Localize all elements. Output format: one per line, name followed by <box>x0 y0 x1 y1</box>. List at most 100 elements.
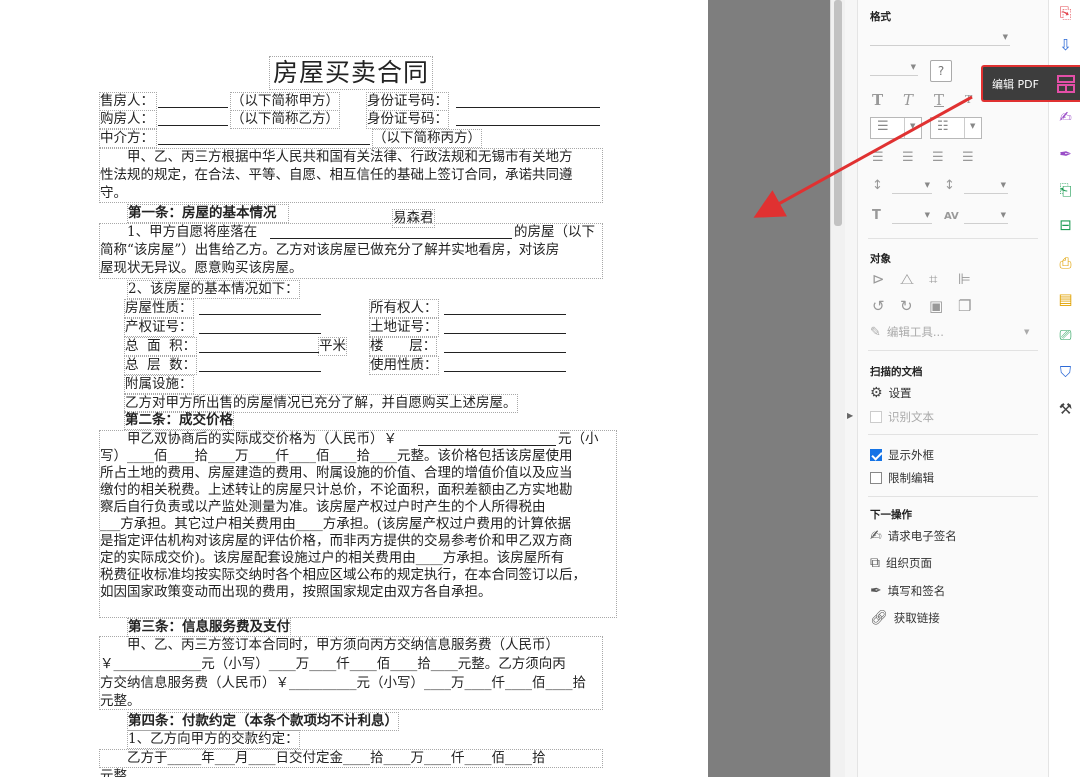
paragraph-spacing-icon[interactable]: ↕ <box>944 178 955 194</box>
font-family-dropdown[interactable]: ▼ <box>870 32 1010 46</box>
restrict-edit-checkbox[interactable] <box>870 472 882 484</box>
align-right-icon[interactable]: ☰ <box>932 150 944 166</box>
prop-floors-label[interactable]: 总 层 数： <box>123 356 198 375</box>
export-pdf-icon[interactable]: ⇩ <box>1056 36 1075 55</box>
prop-floor-blank[interactable] <box>444 338 566 353</box>
prop-attach-label[interactable]: 附属设施： <box>124 375 194 394</box>
prop-usage-blank[interactable] <box>444 357 566 372</box>
seller-blank[interactable] <box>158 93 228 108</box>
numbered-list-button[interactable]: ☷ ▼ <box>930 117 982 139</box>
buyer-id-blank[interactable] <box>456 111 600 126</box>
article-1-paragraph-1[interactable]: 1、甲方自愿将座落在 的房屋（以下 简称“该房屋”）出售给乙方。乙方对该房屋已做… <box>99 223 603 279</box>
seller-id-label[interactable]: 身份证号码： <box>366 92 449 111</box>
arrange-icon[interactable]: ⊫ <box>958 271 971 287</box>
article-1-title[interactable]: 第一条：房屋的基本情况 <box>127 204 289 223</box>
help-icon[interactable]: ? <box>930 60 952 82</box>
recognize-text-row[interactable]: 识别文本 <box>870 409 934 425</box>
article-3-title[interactable]: 第三条：信息服务费及支付 <box>127 618 291 637</box>
prop-floor-label[interactable]: 楼 层： <box>368 337 438 356</box>
align-center-icon[interactable]: ☰ <box>902 150 914 166</box>
article-2-title[interactable]: 第二条：成交价格 <box>124 411 234 430</box>
agent-short[interactable]: （以下简称丙方） <box>372 129 482 148</box>
buyer-short[interactable]: （以下简称乙方） <box>230 110 340 129</box>
flip-icon[interactable]: ⊳ <box>872 271 885 287</box>
bullet-list-button[interactable]: ☰ ▼ <box>870 117 922 139</box>
collapse-arrow-icon[interactable]: ▶ <box>847 411 853 420</box>
underline-icon[interactable]: T <box>934 92 944 108</box>
article-1-paragraph-3[interactable]: 乙方对甲方所出售的房屋情况已充分了解，并自愿购买上述房屋。 <box>124 394 518 413</box>
scale-dropdown[interactable]: ▼ <box>892 210 932 224</box>
line-spacing-icon[interactable]: ↕ <box>872 178 883 194</box>
mirror-icon[interactable]: ⧍ <box>900 271 914 287</box>
buyer-blank[interactable] <box>158 111 228 126</box>
article-4-item-1[interactable]: 1、乙方向甲方的交款约定： <box>127 730 300 749</box>
prop-usage-label[interactable]: 使用性质： <box>369 356 439 375</box>
edit-tools-row[interactable]: ✎ 编辑工具... <box>870 324 944 340</box>
prop-owner-label[interactable]: 所有权人： <box>369 299 439 318</box>
prop-nature-blank[interactable] <box>199 300 321 315</box>
group-icon[interactable]: ❐ <box>958 298 971 314</box>
article-3-paragraph[interactable]: 甲、乙、丙三方签订本合同时，甲方须向丙方交纳信息服务费（人民币） ￥______… <box>99 636 603 710</box>
fill-sign-icon[interactable]: ✒ <box>1056 145 1075 164</box>
combine-files-icon[interactable]: ⎗ <box>1056 181 1075 200</box>
italic-icon[interactable]: T <box>903 92 913 108</box>
seller-id-blank[interactable] <box>456 93 600 108</box>
agent-blank[interactable] <box>158 130 370 145</box>
show-bbox-row[interactable]: 显示外框 <box>870 447 934 463</box>
rotate-right-icon[interactable]: ↻ <box>900 298 913 314</box>
article-4-title[interactable]: 第四条：付款约定（本条个款项均不计利息） <box>127 712 399 731</box>
buyer-id-label[interactable]: 身份证号码： <box>366 110 449 129</box>
prop-area-blank[interactable] <box>199 338 319 353</box>
export-file-icon[interactable]: ⎙ <box>1056 254 1075 273</box>
more-tools-icon[interactable]: ⚒ <box>1056 400 1075 419</box>
request-signature-icon[interactable]: ✍ <box>1056 108 1075 127</box>
scale-icon[interactable]: T <box>872 208 881 224</box>
print-production-icon[interactable]: ⎚ <box>1056 326 1075 345</box>
edit-pdf-tooltip[interactable]: 编辑 PDF <box>981 65 1080 102</box>
align-left-icon[interactable]: ☰ <box>872 150 884 166</box>
next-item-fill-sign[interactable]: ✒ 填写和签名 <box>870 583 945 599</box>
next-item-organize-pages[interactable]: ⧉ 组织页面 <box>870 555 932 571</box>
prop-cert-label[interactable]: 产权证号： <box>124 318 194 337</box>
crop-icon[interactable]: ⌗ <box>929 271 937 287</box>
prop-area-label[interactable]: 总 面 积： <box>123 337 198 356</box>
show-bbox-checkbox[interactable] <box>870 449 882 461</box>
contract-title[interactable]: 房屋买卖合同 <box>269 56 433 90</box>
prop-area-unit[interactable]: 平米 <box>318 337 347 356</box>
paragraph-spacing-dropdown[interactable]: ▼ <box>964 180 1008 194</box>
article-1-paragraph-2[interactable]: 2、该房屋的基本情况如下： <box>127 280 300 299</box>
character-spacing-icon[interactable]: AV <box>944 209 959 225</box>
replace-image-icon[interactable]: ▣ <box>929 298 943 314</box>
seller-short[interactable]: （以下简称甲方） <box>230 92 340 111</box>
prop-owner-blank[interactable] <box>444 300 566 315</box>
vertical-scrollbar[interactable] <box>830 0 845 777</box>
organize-pages-icon[interactable]: ⊟ <box>1056 216 1075 235</box>
next-item-get-link[interactable]: 🔗︎ 获取链接 <box>870 610 940 626</box>
prop-land-label[interactable]: 土地证号： <box>369 318 439 337</box>
prop-cert-blank[interactable] <box>199 319 321 334</box>
settings-row[interactable]: ⚙ 设置 <box>870 385 912 401</box>
prop-nature-label[interactable]: 房屋性质： <box>124 299 194 318</box>
buyer-label[interactable]: 购房人： <box>99 110 157 129</box>
line-spacing-dropdown[interactable]: ▼ <box>892 180 932 194</box>
superscript-icon[interactable]: T <box>965 92 972 108</box>
restrict-edit-row[interactable]: 限制编辑 <box>870 470 934 486</box>
bold-icon[interactable]: T <box>872 92 883 108</box>
agent-label[interactable]: 中介方： <box>99 129 157 148</box>
article-2-paragraph[interactable]: 甲乙双协商后的实际成交价格为（人民币）￥ 元（小 写）____佰____拾___… <box>99 430 617 618</box>
protect-icon[interactable]: ⛉ <box>1056 363 1075 382</box>
article-4-line[interactable]: 乙方于_____年___月____日交付定金____拾____万____仟___… <box>99 749 603 768</box>
next-item-request-signature[interactable]: ✍ 请求电子签名 <box>870 528 957 544</box>
prop-floors-blank[interactable] <box>199 357 321 372</box>
panel-collapse-strip[interactable]: ▶ <box>845 0 858 777</box>
comment-icon[interactable]: ▤ <box>1056 290 1075 309</box>
seller-label[interactable]: 售房人： <box>99 92 157 111</box>
edit-pdf-icon[interactable] <box>1056 74 1076 94</box>
intro-paragraph[interactable]: 甲、乙、丙三方根据中华人民共和国有关法律、行政法规和无锡市有关地方 性法规的规定… <box>99 148 603 203</box>
recognize-text-checkbox[interactable] <box>870 411 882 423</box>
rotate-left-icon[interactable]: ↺ <box>872 298 885 314</box>
font-size-dropdown[interactable]: ▼ <box>870 62 918 76</box>
scrollbar-thumb[interactable] <box>834 0 842 226</box>
character-spacing-dropdown[interactable]: ▼ <box>964 210 1008 224</box>
create-pdf-icon[interactable]: ⎘ <box>1056 4 1075 23</box>
